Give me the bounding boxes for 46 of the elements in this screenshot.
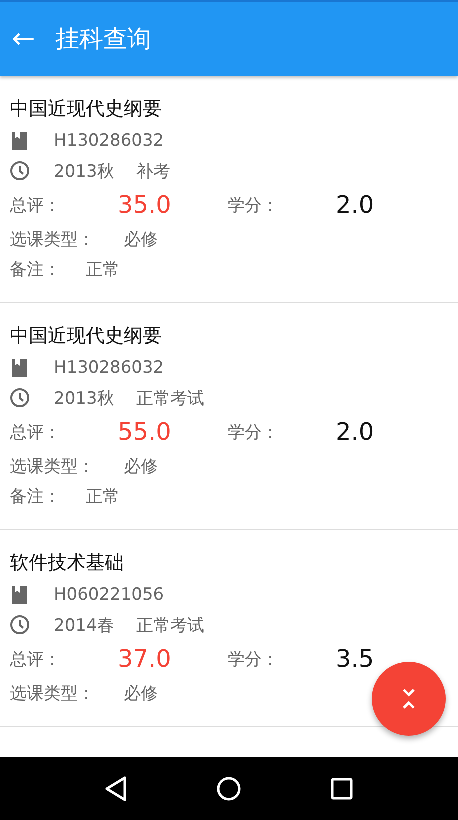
- credit-value: 3.5: [336, 645, 374, 673]
- clock-icon: [10, 615, 30, 635]
- note-label: 备注：: [10, 258, 62, 280]
- credit-label: 学分：: [228, 648, 280, 670]
- clock-icon: [10, 388, 30, 408]
- back-icon[interactable]: [105, 776, 127, 802]
- recents-icon[interactable]: [331, 778, 353, 800]
- term-text: 2013秋: [54, 160, 114, 182]
- course-name: 中国近现代史纲要: [10, 97, 163, 122]
- score-label: 总评：: [10, 648, 62, 670]
- score-label: 总评：: [10, 422, 62, 444]
- credit-value: 2.0: [336, 191, 374, 219]
- book-icon: [10, 585, 30, 605]
- course-type: 必修: [124, 682, 158, 704]
- note-text: 正常: [86, 486, 120, 508]
- note-text: 正常: [86, 258, 120, 280]
- course-name: 中国近现代史纲要: [10, 324, 163, 349]
- exam-type: 正常考试: [136, 388, 204, 410]
- term-text: 2014春: [54, 614, 114, 636]
- score-label: 总评：: [10, 194, 62, 216]
- course-code: H060221056: [54, 585, 164, 605]
- book-icon: [10, 358, 30, 378]
- course-type: 必修: [124, 228, 158, 250]
- screen-title: 挂科查询: [55, 24, 152, 55]
- credit-label: 学分：: [228, 422, 280, 444]
- exam-type: 补考: [136, 160, 170, 182]
- score-value: 55.0: [118, 418, 172, 446]
- course-name: 软件技术基础: [10, 551, 125, 576]
- credit-value: 2.0: [336, 418, 374, 446]
- term-text: 2013秋: [54, 388, 114, 410]
- type-label: 选课类型：: [10, 228, 96, 250]
- course-code: H130286032: [54, 131, 164, 151]
- collapse-icon: [402, 688, 416, 710]
- type-label: 选课类型：: [10, 456, 96, 478]
- credit-label: 学分：: [228, 194, 280, 216]
- back-button[interactable]: ←: [12, 25, 36, 53]
- course-code: H130286032: [54, 358, 164, 378]
- book-icon: [10, 131, 30, 151]
- course-type: 必修: [124, 456, 158, 478]
- note-label: 备注：: [10, 486, 62, 508]
- home-icon[interactable]: [217, 776, 241, 800]
- score-value: 37.0: [118, 645, 172, 673]
- type-label: 选课类型：: [10, 682, 96, 704]
- exam-type: 正常考试: [136, 614, 204, 636]
- score-value: 35.0: [118, 191, 172, 219]
- clock-icon: [10, 161, 30, 181]
